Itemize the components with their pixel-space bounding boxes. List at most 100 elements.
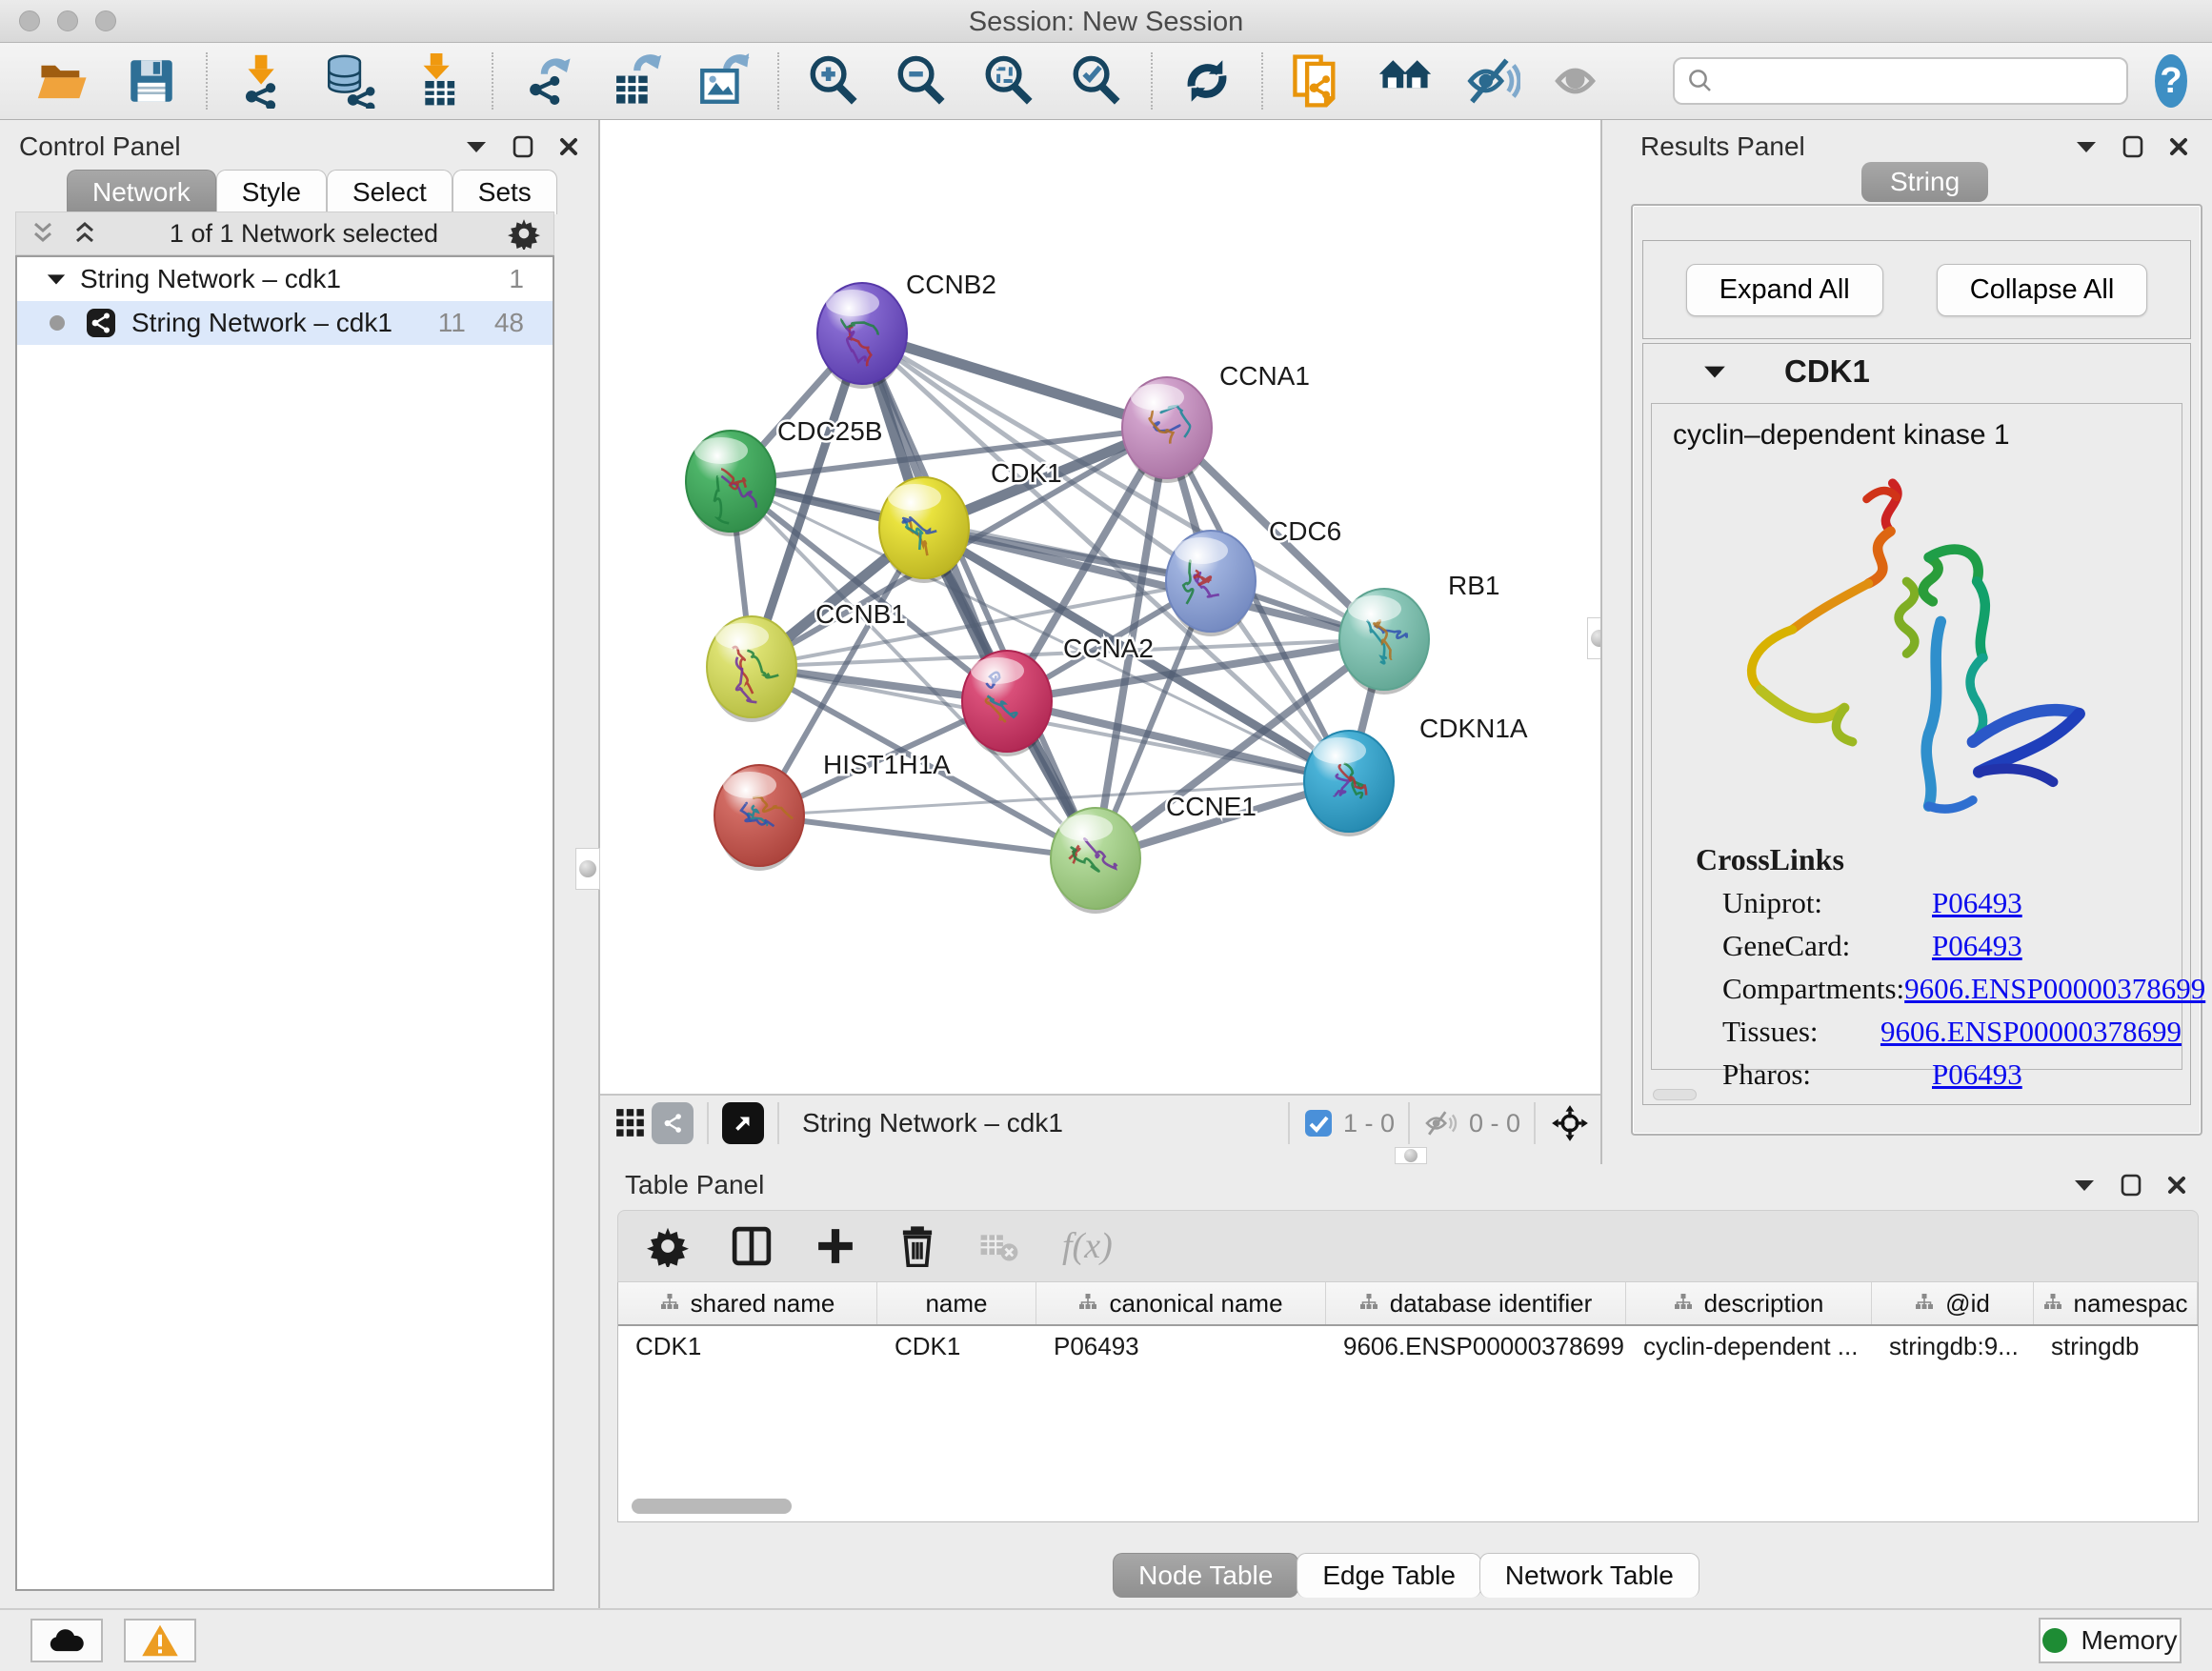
hidden-eye-icon[interactable]: [1423, 1109, 1459, 1137]
panel-menu-icon[interactable]: [2075, 139, 2098, 154]
show-columns-icon[interactable]: [731, 1225, 773, 1267]
birdseye-view-toggle[interactable]: [722, 1102, 764, 1144]
table-cell[interactable]: CDK1: [877, 1326, 1036, 1368]
help-button[interactable]: ?: [2155, 54, 2187, 108]
tab-edge-table[interactable]: Edge Table: [1297, 1553, 1481, 1598]
tab-style[interactable]: Style: [216, 170, 327, 214]
table-cell[interactable]: cyclin-dependent ...: [1626, 1326, 1872, 1368]
entry-collapse-icon[interactable]: [1702, 363, 1727, 380]
create-column-icon[interactable]: [814, 1225, 856, 1267]
crosslink-label: Pharos:: [1722, 1057, 1932, 1092]
delete-table-icon[interactable]: [978, 1227, 1020, 1265]
crosslink-link[interactable]: P06493: [1932, 1057, 2022, 1091]
table-cell[interactable]: CDK1: [618, 1326, 877, 1368]
column-header-shared-name[interactable]: shared name: [618, 1282, 877, 1324]
export-image-icon[interactable]: [695, 53, 751, 109]
collection-expand-icon[interactable]: [46, 272, 67, 287]
tab-sets[interactable]: Sets: [452, 170, 557, 214]
table-cell[interactable]: stringdb: [2034, 1326, 2198, 1368]
left-splitter-handle[interactable]: [575, 848, 600, 890]
hide-eye-icon[interactable]: [1465, 53, 1520, 109]
network-options-gear-icon[interactable]: [508, 217, 540, 250]
collapse-all-button[interactable]: Collapse All: [1937, 264, 2148, 316]
bottom-splitter-handle[interactable]: [1395, 1147, 1427, 1164]
column-type-icon: [1078, 1289, 1097, 1319]
apply-layout-icon[interactable]: [1179, 53, 1235, 109]
entry-scrollbar-thumb[interactable]: [1653, 1089, 1697, 1100]
export-network-icon[interactable]: [520, 53, 575, 109]
new-network-from-selection-icon[interactable]: [1290, 53, 1345, 109]
zoom-selected-icon[interactable]: [1069, 53, 1124, 109]
search-input[interactable]: [1715, 67, 2115, 96]
column-type-icon: [1359, 1289, 1378, 1319]
tab-network-table[interactable]: Network Table: [1479, 1553, 1699, 1598]
expand-all-button[interactable]: Expand All: [1686, 264, 1883, 316]
zoom-in-icon[interactable]: [806, 53, 861, 109]
save-session-icon[interactable]: [124, 53, 179, 109]
houses-icon[interactable]: [1377, 53, 1433, 109]
table-options-gear-icon[interactable]: [647, 1225, 689, 1267]
node-label-CCNA2: CCNA2: [1063, 634, 1154, 663]
crosslink-link[interactable]: P06493: [1932, 886, 2022, 919]
memory-button[interactable]: Memory: [2039, 1618, 2182, 1663]
collapse-all-icon[interactable]: [30, 221, 58, 246]
column-type-icon: [1915, 1289, 1934, 1319]
table-cell[interactable]: P06493: [1036, 1326, 1326, 1368]
close-panel-icon[interactable]: [2168, 136, 2189, 157]
grid-view-icon[interactable]: [610, 1102, 652, 1144]
table-cell[interactable]: stringdb:9...: [1872, 1326, 2034, 1368]
open-session-icon[interactable]: [36, 53, 91, 109]
column-header-description[interactable]: description: [1626, 1282, 1872, 1324]
tab-node-table[interactable]: Node Table: [1113, 1553, 1298, 1598]
column-header-canonical-name[interactable]: canonical name: [1036, 1282, 1326, 1324]
table-cell[interactable]: 9606.ENSP00000378699: [1326, 1326, 1626, 1368]
import-network-database-icon[interactable]: [322, 53, 377, 109]
close-panel-icon[interactable]: [2166, 1175, 2187, 1196]
function-builder-button[interactable]: f(x): [1062, 1225, 1113, 1267]
network-row[interactable]: String Network – cdk1 11 48: [17, 301, 553, 345]
column-type-icon: [1674, 1289, 1693, 1319]
column-header-name[interactable]: name: [877, 1282, 1036, 1324]
close-panel-icon[interactable]: [558, 136, 579, 157]
graph-node-CDKN1A[interactable]: CDKN1A: [1304, 714, 1528, 836]
protein-structure-image: [1693, 461, 2141, 842]
cloud-button[interactable]: [30, 1619, 103, 1662]
memory-status-dot: [2042, 1628, 2067, 1653]
table-row[interactable]: CDK1CDK1P064939606.ENSP00000378699cyclin…: [618, 1326, 2198, 1368]
tab-select[interactable]: Select: [327, 170, 452, 214]
expand-all-icon[interactable]: [71, 221, 100, 246]
table-hscrollbar-thumb[interactable]: [632, 1499, 792, 1514]
tab-string[interactable]: String: [1861, 162, 1988, 202]
zoom-fit-icon[interactable]: [981, 53, 1036, 109]
graph-node-RB1[interactable]: RB1: [1339, 571, 1499, 695]
import-table-file-icon[interactable]: [410, 53, 465, 109]
panel-menu-icon[interactable]: [465, 139, 488, 154]
panel-menu-icon[interactable]: [2073, 1178, 2096, 1193]
network-collection-row[interactable]: String Network – cdk1 1: [17, 257, 553, 301]
warnings-button[interactable]: [124, 1619, 196, 1662]
network-share-view-icon[interactable]: [652, 1102, 694, 1144]
pan-crosshair-icon[interactable]: [1549, 1102, 1591, 1144]
hidden-count: 0 - 0: [1469, 1109, 1520, 1138]
selected-nodes-checkbox[interactable]: [1303, 1108, 1334, 1138]
crosslink-link[interactable]: 9606.ENSP00000378699: [1880, 1015, 2182, 1048]
crosslink-link[interactable]: P06493: [1932, 929, 2022, 962]
float-panel-icon[interactable]: [2122, 135, 2143, 158]
column-header-database-identifier[interactable]: database identifier: [1326, 1282, 1626, 1324]
float-panel-icon[interactable]: [2121, 1174, 2142, 1197]
delete-column-icon[interactable]: [898, 1225, 936, 1267]
graph-node-CCNA1[interactable]: CCNA1: [1122, 361, 1310, 483]
column-header-@id[interactable]: @id: [1872, 1282, 2034, 1324]
column-header-namespac[interactable]: namespac: [2034, 1282, 2198, 1324]
zoom-out-icon[interactable]: [894, 53, 949, 109]
entry-header[interactable]: CDK1: [1643, 344, 2190, 399]
crosslink-link[interactable]: 9606.ENSP00000378699: [1904, 972, 2205, 1005]
node-label-CCNE1: CCNE1: [1166, 792, 1257, 821]
float-panel-icon[interactable]: [513, 135, 533, 158]
show-eye-icon[interactable]: [1553, 53, 1608, 109]
import-network-file-icon[interactable]: [234, 53, 290, 109]
tab-network[interactable]: Network: [67, 170, 216, 214]
export-table-icon[interactable]: [608, 53, 663, 109]
network-canvas[interactable]: CCNB2CCNA1CDC25BCDK1CDC6RB1CCNB1CCNA2CDK…: [600, 120, 1600, 1094]
crosslink-row: GeneCard:P06493: [1652, 920, 2182, 963]
